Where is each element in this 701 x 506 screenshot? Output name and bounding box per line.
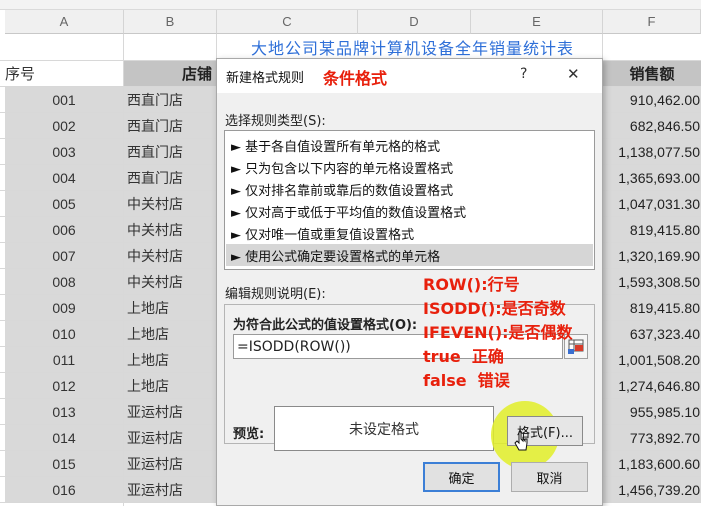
close-icon[interactable]: ✕: [567, 65, 580, 83]
note-true: true 正确: [423, 347, 504, 366]
cell-store[interactable]: 中关村店: [124, 243, 216, 268]
help-button[interactable]: ?: [520, 66, 527, 82]
cancel-button[interactable]: 取消: [511, 462, 588, 492]
cell-seq[interactable]: 009: [5, 295, 123, 320]
mouse-cursor-icon: [514, 431, 528, 451]
dialog-annotation: 条件格式: [323, 69, 388, 88]
cell-store[interactable]: 中关村店: [124, 191, 216, 216]
cell-store[interactable]: 亚运村店: [124, 399, 216, 424]
rule-type-item[interactable]: ► 基于各自值设置所有单元格的格式: [231, 134, 588, 156]
cell-seq[interactable]: 010: [5, 321, 123, 346]
column-header-b[interactable]: B: [124, 10, 217, 34]
cell-store[interactable]: 亚运村店: [124, 477, 216, 502]
cell-sales[interactable]: 819,415.80: [603, 295, 701, 320]
cell-sales[interactable]: 1,593,308.50: [603, 269, 701, 294]
annotation-notes: ROW():行号 ISODD():是否奇数 IFEVEN():是否偶数 true…: [423, 271, 603, 401]
cell-seq[interactable]: 012: [5, 373, 123, 398]
cell-seq[interactable]: 003: [5, 139, 123, 164]
cell-seq[interactable]: 011: [5, 347, 123, 372]
rule-type-item[interactable]: ► 只为包含以下内容的单元格设置格式: [231, 156, 588, 178]
column-header-a[interactable]: A: [5, 10, 124, 34]
rule-type-item[interactable]: ► 仅对高于或低于平均值的数值设置格式: [231, 200, 588, 222]
cell-seq[interactable]: 015: [5, 451, 123, 476]
column-header-c[interactable]: C: [217, 10, 358, 34]
cell-store[interactable]: 中关村店: [124, 217, 216, 242]
cell-seq[interactable]: 013: [5, 399, 123, 424]
column-header-f[interactable]: F: [603, 10, 701, 34]
cell-sales[interactable]: 1,138,077.50: [603, 139, 701, 164]
note-isodd: ISODD():是否奇数: [423, 299, 566, 318]
cell-sales[interactable]: 1,320,169.90: [603, 243, 701, 268]
cell-sales[interactable]: 1,001,508.20: [603, 347, 701, 372]
formula-label: 为符合此公式的值设置格式(O):: [233, 318, 418, 333]
sheet-title[interactable]: 大地公司某品牌计算机设备全年销量统计表: [124, 34, 701, 60]
preview-box: 未设定格式: [274, 406, 494, 451]
new-format-rule-dialog: 新建格式规则 条件格式 ? ✕ 选择规则类型(S): ► 基于各自值设置所有单元…: [216, 58, 603, 506]
cell-sales[interactable]: 1,183,600.60: [603, 451, 701, 476]
cell-sales[interactable]: 1,047,031.30: [603, 191, 701, 216]
cell-sales[interactable]: 637,323.40: [603, 321, 701, 346]
rule-type-item[interactable]: ► 仅对排名靠前或靠后的数值设置格式: [231, 178, 588, 200]
cell-sales[interactable]: 1,274,646.80: [603, 373, 701, 398]
note-false: false 错误: [423, 371, 510, 390]
cell-sales[interactable]: 1,365,693.00: [603, 165, 701, 190]
header-store[interactable]: 店铺: [124, 61, 216, 86]
cell-store[interactable]: 亚运村店: [124, 451, 216, 476]
header-seq[interactable]: 序号: [5, 61, 123, 86]
cell-store[interactable]: 西直门店: [124, 139, 216, 164]
cell-sales[interactable]: 773,892.70: [603, 425, 701, 450]
dialog-titlebar[interactable]: 新建格式规则 条件格式 ? ✕: [217, 59, 602, 93]
rule-type-list: ► 基于各自值设置所有单元格的格式 ► 只为包含以下内容的单元格设置格式 ► 仅…: [224, 130, 595, 270]
ok-button[interactable]: 确定: [423, 462, 500, 492]
select-rule-type-label: 选择规则类型(S):: [225, 114, 326, 129]
header-sales[interactable]: 销售额: [603, 61, 701, 86]
preview-label: 预览:: [233, 427, 265, 442]
cell-seq[interactable]: 014: [5, 425, 123, 450]
cell-seq[interactable]: 002: [5, 113, 123, 138]
cell-sales[interactable]: 819,415.80: [603, 217, 701, 242]
rule-type-item[interactable]: ► 仅对唯一值或重复值设置格式: [231, 222, 588, 244]
cell-store[interactable]: 西直门店: [124, 165, 216, 190]
cell-seq[interactable]: 001: [5, 87, 123, 112]
title-row: 大地公司某品牌计算机设备全年销量统计表: [0, 34, 701, 61]
note-ifeven: IFEVEN():是否偶数: [423, 323, 573, 342]
cell-store[interactable]: 上地店: [124, 321, 216, 346]
cell-store[interactable]: 上地店: [124, 347, 216, 372]
dialog-title: 新建格式规则: [226, 71, 305, 86]
cell-seq[interactable]: 005: [5, 191, 123, 216]
cell-store[interactable]: 上地店: [124, 295, 216, 320]
column-header-e[interactable]: E: [471, 10, 603, 34]
cell-store[interactable]: 西直门店: [124, 113, 216, 138]
toolbar-strip: [0, 0, 701, 10]
cell-seq[interactable]: 016: [5, 477, 123, 502]
rule-type-item-selected[interactable]: ► 使用公式确定要设置格式的单元格: [226, 244, 593, 266]
cell-store[interactable]: 亚运村店: [124, 425, 216, 450]
cell-seq[interactable]: 008: [5, 269, 123, 294]
edit-rule-label: 编辑规则说明(E):: [225, 287, 326, 302]
note-row: ROW():行号: [423, 275, 520, 294]
cell-seq[interactable]: 004: [5, 165, 123, 190]
column-header-d[interactable]: D: [358, 10, 471, 34]
cell-sales[interactable]: 1,456,739.20: [603, 477, 701, 502]
cell-store[interactable]: 中关村店: [124, 269, 216, 294]
cell-store[interactable]: 上地店: [124, 373, 216, 398]
cell-seq[interactable]: 007: [5, 243, 123, 268]
cell-sales[interactable]: 682,846.50: [603, 113, 701, 138]
cell-sales[interactable]: 910,462.00: [603, 87, 701, 112]
cell-sales[interactable]: 955,985.10: [603, 399, 701, 424]
cell-store[interactable]: 西直门店: [124, 87, 216, 112]
cell-seq[interactable]: 006: [5, 217, 123, 242]
